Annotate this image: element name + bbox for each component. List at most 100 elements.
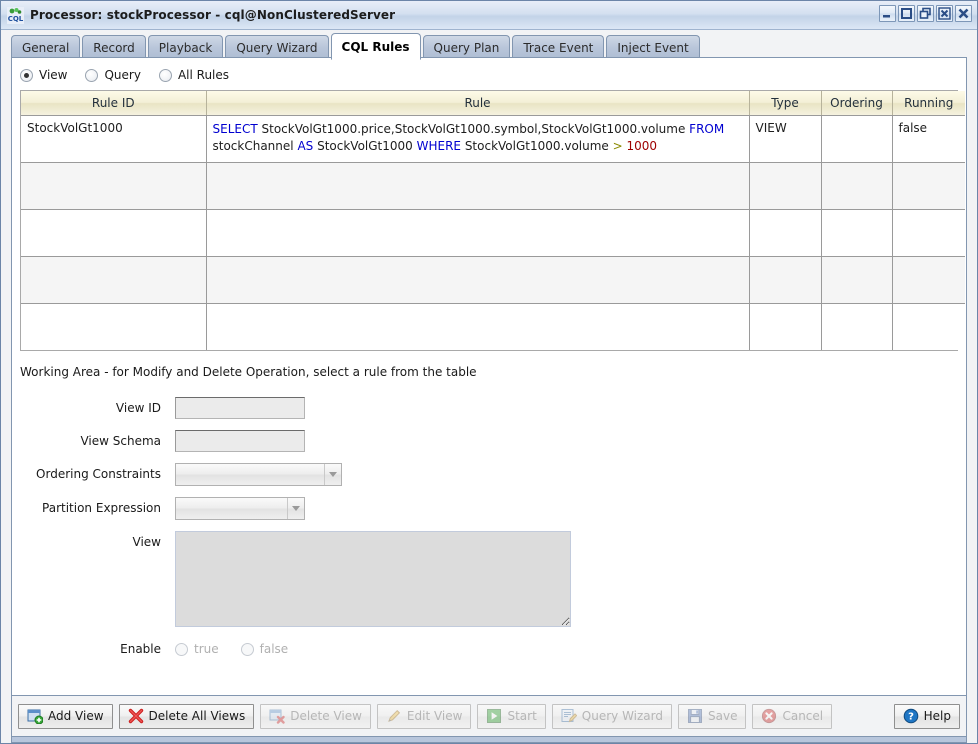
cell-running <box>892 209 965 257</box>
rules-table-container: Rule ID Rule Type Ordering Running StockVolG… <box>20 90 965 351</box>
cell-type <box>749 256 822 304</box>
table-row[interactable] <box>21 256 965 304</box>
start-button: Start <box>477 703 546 729</box>
restore-button[interactable] <box>917 5 934 22</box>
ordering-constraints-select[interactable] <box>175 463 342 486</box>
title-bar: CQL Processor: stockProcessor - cql@NonC… <box>1 1 977 30</box>
filter-option-view[interactable]: View <box>20 68 67 82</box>
working-area: Working Area - for Modify and Delete Ope… <box>12 351 966 695</box>
add-view-button[interactable]: Add View <box>18 703 113 729</box>
column-header-running[interactable]: Running <box>892 91 965 116</box>
button-label: Edit View <box>406 709 463 723</box>
cell-rule-id: StockVolGt1000 <box>21 115 207 163</box>
status-bar <box>11 737 967 743</box>
rules-table: Rule ID Rule Type Ordering Running StockVolG… <box>21 91 965 350</box>
filter-option-query[interactable]: Query <box>85 68 141 82</box>
button-label: Start <box>507 709 537 723</box>
column-header-label: Rule <box>464 95 491 110</box>
view-id-input[interactable] <box>175 397 305 419</box>
radio-icon <box>240 642 254 656</box>
table-row[interactable] <box>21 209 965 257</box>
button-label: Add View <box>48 709 104 723</box>
action-button-bar: Add View Delete All Views Delete View Edit … <box>11 696 967 737</box>
tab-trace-event[interactable]: Trace Event <box>512 35 605 59</box>
button-label: Help <box>923 709 951 723</box>
delete-all-views-button[interactable]: Delete All Views <box>118 703 255 729</box>
ordering-constraints-label: Ordering Constraints <box>36 467 161 481</box>
tab-strip: General Record Playback Query Wizard CQL Rul… <box>1 30 977 60</box>
radio-icon <box>85 68 99 82</box>
cell-ordering <box>821 115 893 163</box>
cell-running: false <box>892 115 965 163</box>
view-schema-label: View Schema <box>80 434 161 448</box>
rule-token: 1000 <box>626 138 658 153</box>
tab-query-wizard[interactable]: Query Wizard <box>225 35 329 59</box>
tab-query-plan[interactable]: Query Plan <box>422 35 511 59</box>
table-row[interactable]: StockVolGt1000 SELECT StockVolGt1000.pric… <box>21 115 965 163</box>
column-header-type[interactable]: Type <box>749 91 822 116</box>
cql-rules-panel: View Query All Rules Rule ID Rule Type Orderi… <box>11 57 967 696</box>
table-row[interactable] <box>21 162 965 210</box>
tab-label: Playback <box>158 40 213 55</box>
button-label: Query Wizard <box>581 709 663 723</box>
tab-general[interactable]: General <box>11 35 81 59</box>
close-all-button[interactable] <box>955 5 972 22</box>
rule-token: WHERE <box>416 138 461 153</box>
enable-false-option[interactable]: false <box>240 642 288 656</box>
button-label: Delete All Views <box>148 709 246 723</box>
table-row[interactable] <box>21 303 965 350</box>
minimize-button[interactable] <box>879 5 896 22</box>
filter-option-label: Query <box>104 68 141 82</box>
query-wizard-icon <box>561 708 578 724</box>
maximize-button[interactable] <box>898 5 915 22</box>
tab-label: Query Wizard <box>236 40 318 55</box>
column-header-rule-id[interactable]: Rule ID <box>21 91 207 116</box>
table-header-row: Rule ID Rule Type Ordering Running <box>21 91 965 116</box>
enable-radio-group: true false <box>175 642 288 656</box>
cell-running <box>892 162 965 210</box>
form-row-ordering-constraints: Ordering Constraints <box>20 463 958 486</box>
column-header-label: Ordering <box>830 95 883 110</box>
cell-type <box>749 162 822 210</box>
cell-ordering <box>821 256 893 304</box>
rule-token: StockVolGt1000.price,StockVolGt1000.symb… <box>257 121 690 136</box>
rule-token: > <box>612 138 623 153</box>
tab-label: CQL Rules <box>341 39 410 54</box>
tab-label: Query Plan <box>433 40 500 55</box>
tab-record[interactable]: Record <box>82 35 146 59</box>
chevron-down-icon <box>324 464 341 485</box>
application-window: CQL Processor: stockProcessor - cql@NonC… <box>0 0 978 744</box>
ordering-constraints-value <box>176 464 324 485</box>
tab-inject-event[interactable]: Inject Event <box>606 35 700 59</box>
save-button: Save <box>678 703 747 729</box>
cell-rule <box>206 256 750 304</box>
cell-rule <box>206 303 750 350</box>
cell-rule <box>206 162 750 210</box>
tab-playback[interactable]: Playback <box>147 35 224 59</box>
enable-true-option[interactable]: true <box>175 642 219 656</box>
cql-app-icon: CQL <box>7 6 24 24</box>
window-title: Processor: stockProcessor - cql@NonClust… <box>30 8 396 22</box>
close-window-button[interactable] <box>936 5 953 22</box>
tab-cql-rules[interactable]: CQL Rules <box>330 33 421 60</box>
view-id-label: View ID <box>115 401 161 415</box>
enable-label: Enable <box>120 642 161 656</box>
help-button[interactable]: ? Help <box>893 703 960 729</box>
cancel-button: Cancel <box>752 703 833 729</box>
svg-text:?: ? <box>908 712 914 723</box>
rule-token: SELECT <box>212 121 258 136</box>
view-label: View <box>132 535 161 549</box>
partition-expression-select[interactable] <box>175 497 305 520</box>
delete-all-icon <box>128 708 144 724</box>
filter-option-all-rules[interactable]: All Rules <box>158 68 229 82</box>
column-header-label: Rule ID <box>91 95 135 110</box>
view-schema-input[interactable] <box>175 430 305 452</box>
column-header-rule[interactable]: Rule <box>206 91 750 116</box>
cell-rule-id <box>21 209 207 257</box>
cell-rule-id <box>21 256 207 304</box>
delete-view-icon <box>269 708 285 724</box>
view-textarea[interactable] <box>175 531 571 627</box>
cell-running <box>892 303 965 350</box>
column-header-ordering[interactable]: Ordering <box>821 91 893 116</box>
add-view-icon <box>27 708 44 725</box>
